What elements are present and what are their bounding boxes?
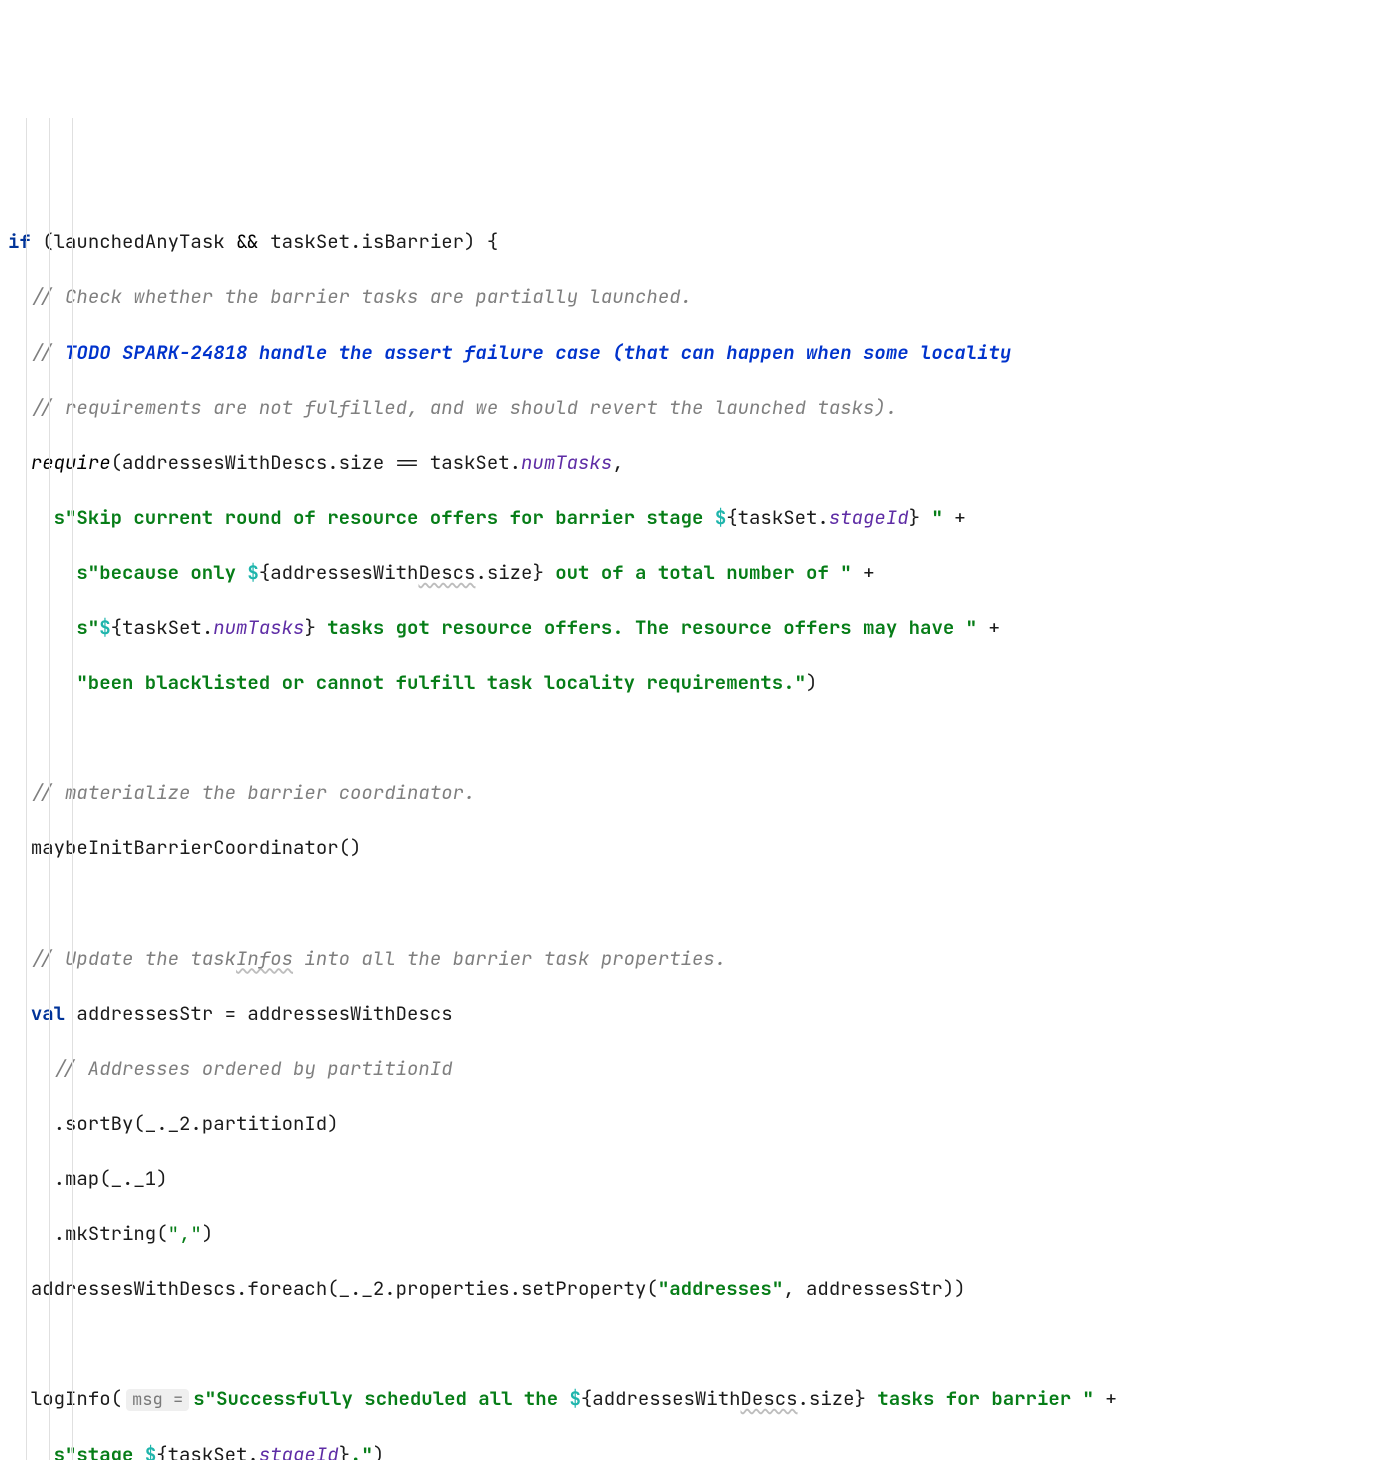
code-line: // Addresses ordered by partitionId (8, 1055, 1392, 1083)
code-line: s"because only ${addressesWithDescs.size… (8, 559, 1392, 587)
code-line (8, 724, 1392, 752)
code-line: require(addressesWithDescs.size == taskS… (8, 449, 1392, 477)
code-line (8, 1330, 1392, 1358)
code-line: logInfo(msg =s"Successfully scheduled al… (8, 1385, 1392, 1413)
code-line: // materialize the barrier coordinator. (8, 779, 1392, 807)
code-line: .mkString(",") (8, 1220, 1392, 1248)
code-line: s"stage ${taskSet.stageId}.") (8, 1441, 1392, 1460)
code-line: // TODO SPARK-24818 handle the assert fa… (8, 339, 1392, 367)
code-line: if (launchedAnyTask && taskSet.isBarrier… (8, 228, 1392, 256)
code-line: // requirements are not fulfilled, and w… (8, 394, 1392, 422)
inline-hint: msg = (126, 1389, 189, 1411)
code-line (8, 890, 1392, 918)
code-line: addressesWithDescs.foreach(_._2.properti… (8, 1275, 1392, 1303)
code-line: maybeInitBarrierCoordinator() (8, 834, 1392, 862)
code-line: s"${taskSet.numTasks} tasks got resource… (8, 614, 1392, 642)
code-line: // Check whether the barrier tasks are p… (8, 283, 1392, 311)
code-line: s"Skip current round of resource offers … (8, 504, 1392, 532)
code-line: .map(_._1) (8, 1165, 1392, 1193)
code-line: "been blacklisted or cannot fulfill task… (8, 669, 1392, 697)
code-block: if (launchedAnyTask && taskSet.isBarrier… (8, 118, 1392, 1460)
code-line: // Update the taskInfos into all the bar… (8, 945, 1392, 973)
code-line: val addressesStr = addressesWithDescs (8, 1000, 1392, 1028)
code-line: .sortBy(_._2.partitionId) (8, 1110, 1392, 1138)
